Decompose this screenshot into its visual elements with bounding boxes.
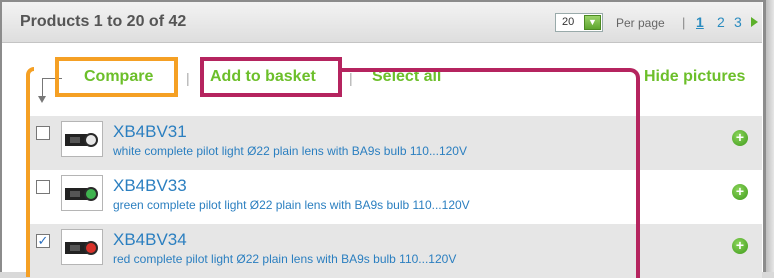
pilot-light-image (65, 133, 98, 147)
compare-connector-line (42, 78, 43, 98)
checkmark-icon: ✓ (37, 233, 49, 248)
product-checkbox[interactable] (36, 126, 50, 140)
results-header: Products 1 to 20 of 42 20 ▼ Per page | 1… (2, 2, 762, 43)
product-checkbox-checked[interactable]: ✓ (36, 234, 50, 248)
chevron-down-icon[interactable]: ▼ (584, 15, 601, 30)
pilot-light-image (65, 241, 98, 255)
compare-highlight-box (55, 57, 178, 97)
product-thumbnail[interactable] (61, 175, 103, 211)
pilot-light-image (65, 187, 98, 201)
per-page-label: Per page (616, 16, 665, 30)
plus-circle-icon[interactable]: + (732, 184, 748, 200)
product-thumbnail[interactable] (61, 229, 103, 265)
page-link-1[interactable]: 1 (696, 14, 704, 30)
product-reference-link[interactable]: XB4BV33 (113, 176, 187, 196)
plus-circle-icon[interactable]: + (732, 130, 748, 146)
basket-highlight-box (200, 57, 342, 97)
basket-highlight-bracket (338, 68, 640, 278)
pagination-separator: | (682, 15, 686, 30)
product-reference-link[interactable]: XB4BV34 (113, 230, 187, 250)
hide-pictures-link[interactable]: Hide pictures (644, 68, 745, 86)
results-count-title: Products 1 to 20 of 42 (20, 13, 187, 30)
compare-highlight-bracket (26, 67, 34, 277)
product-thumbnail[interactable] (61, 121, 103, 157)
page-link-3[interactable]: 3 (734, 14, 742, 30)
product-reference-link[interactable]: XB4BV31 (113, 122, 187, 142)
product-checkbox[interactable] (36, 180, 50, 194)
panel-shadow (766, 0, 774, 272)
page-link-2[interactable]: 2 (717, 14, 725, 30)
per-page-select[interactable]: 20 ▼ (555, 13, 603, 32)
arrow-right-icon[interactable] (751, 17, 758, 27)
plus-circle-icon[interactable]: + (732, 238, 748, 254)
arrow-down-icon (38, 96, 46, 103)
per-page-value: 20 (562, 16, 575, 28)
action-separator: | (186, 70, 190, 86)
